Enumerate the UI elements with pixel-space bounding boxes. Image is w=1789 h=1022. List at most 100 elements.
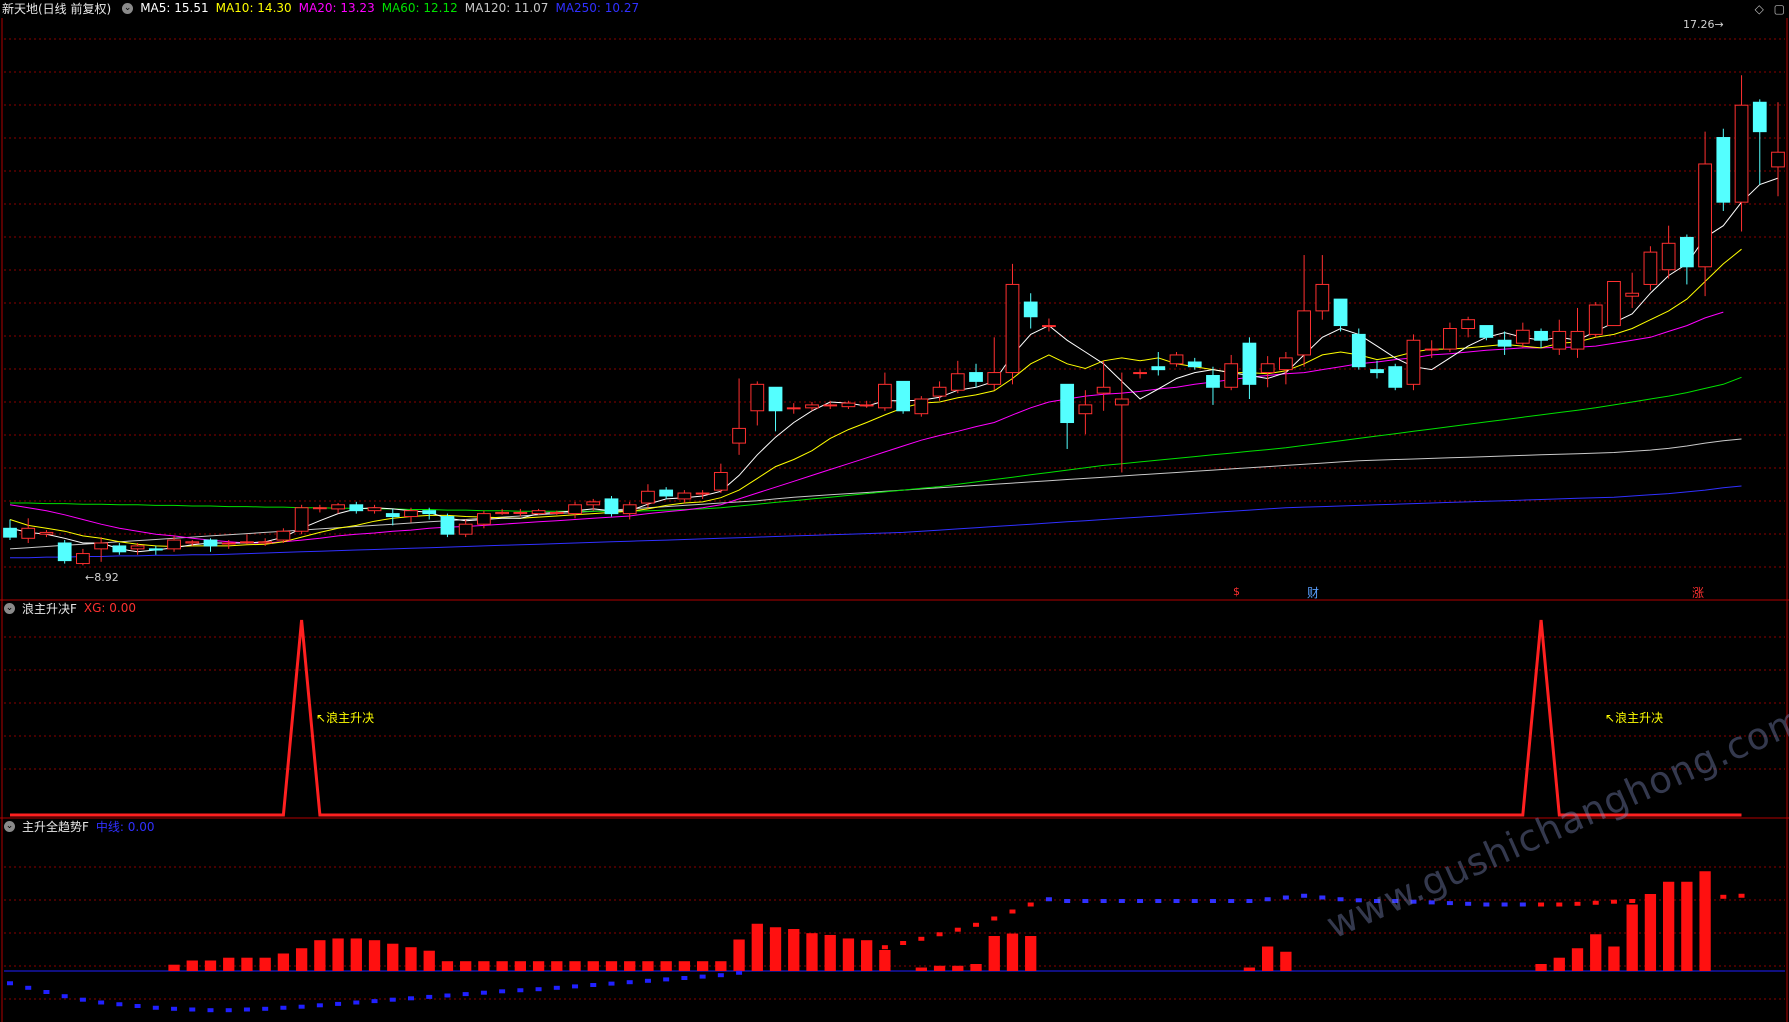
trend-dot — [1702, 895, 1709, 900]
ma120-line — [9, 438, 1742, 550]
trend-dot — [1501, 902, 1508, 907]
trend-bar — [496, 961, 508, 971]
trend-bar — [1006, 933, 1019, 971]
candle-up — [1661, 242, 1676, 271]
trend-dot — [663, 977, 670, 982]
trend-bar — [332, 938, 344, 971]
candle-up — [1278, 357, 1293, 371]
xg-signal-line — [10, 619, 1742, 817]
candle-up — [167, 539, 181, 550]
candle-up — [367, 507, 382, 512]
finance-marker[interactable]: 财 — [1307, 584, 1319, 601]
candle-up — [859, 404, 874, 407]
trend-dot — [863, 949, 870, 954]
ma250-line — [10, 485, 1742, 559]
trend-bar — [368, 940, 381, 971]
candle-down — [3, 527, 17, 538]
trend-bar — [259, 957, 271, 971]
candle-up — [1224, 363, 1239, 388]
main-chart-legend: 新天地(日线 前复权) ⌄ MA5: 15.51 MA10: 14.30 MA2… — [2, 0, 646, 16]
settings-dropdown-icon[interactable]: ⌄ — [122, 2, 134, 14]
candle-down — [440, 516, 455, 535]
arrow-right-icon: → — [1714, 18, 1724, 31]
candle-up — [732, 427, 746, 444]
trend-bar — [569, 961, 581, 971]
trend-dot — [1137, 899, 1144, 903]
trend-bar — [223, 957, 235, 971]
diamond-icon[interactable]: ◇ — [1755, 2, 1764, 16]
trend-bar — [460, 961, 472, 971]
candle-up — [221, 542, 236, 545]
candle-down — [1388, 366, 1403, 388]
candle-up — [1133, 372, 1147, 375]
candle-up — [94, 542, 109, 550]
trend-dot — [808, 959, 815, 964]
trend-bar — [1243, 967, 1256, 971]
dollar-marker[interactable]: $ — [1233, 585, 1240, 598]
trend-bar — [1608, 946, 1620, 971]
candle-up — [39, 531, 54, 535]
trend-dot — [1738, 893, 1745, 898]
trend-dot — [535, 987, 542, 992]
trend-dot — [1574, 901, 1581, 906]
trend-bar — [423, 950, 435, 971]
candle-up — [531, 510, 546, 515]
chart-canvas[interactable] — [0, 0, 1789, 1022]
candle-up — [1315, 283, 1330, 312]
ma120-label: MA120: 11.07 — [464, 1, 549, 15]
candle-down — [148, 548, 163, 551]
candle-up — [1607, 280, 1621, 327]
candle-up — [1260, 363, 1275, 374]
trend-dot — [699, 974, 706, 979]
candle-down — [1206, 375, 1220, 388]
candle-up — [1625, 292, 1640, 297]
trend-dot — [371, 999, 378, 1004]
candle-up — [1114, 398, 1129, 406]
trend-dot — [207, 1008, 214, 1013]
trend-bar — [988, 936, 1000, 971]
trend-dot — [1282, 895, 1289, 900]
trend-bar — [660, 961, 672, 971]
candle-down — [203, 539, 218, 547]
signal-arrow-icon: ↖ — [316, 711, 327, 725]
rise-marker[interactable]: 涨 — [1692, 584, 1704, 601]
panel3-settings-icon[interactable]: ⌄ — [4, 820, 15, 832]
candle-up — [21, 527, 36, 539]
candle-up — [495, 511, 510, 515]
trend-dot — [717, 973, 724, 978]
trend-bar — [733, 939, 745, 971]
trend-dot — [1045, 897, 1052, 902]
trend-dot — [736, 970, 743, 975]
panel2-settings-icon[interactable]: ⌄ — [4, 602, 15, 614]
trend-dot — [1264, 897, 1271, 902]
panel3-legend: ⌄ 主升全趋势F 中线: 0.00 — [2, 818, 161, 834]
candle-up — [513, 511, 528, 514]
candle-up — [1570, 330, 1585, 350]
candle-up — [1771, 151, 1785, 168]
trend-dot — [353, 1000, 360, 1005]
stock-title: 新天地(日线 前复权) — [2, 1, 112, 16]
candle-down — [604, 498, 619, 515]
candle-up — [622, 504, 637, 515]
trend-bar — [1662, 881, 1675, 971]
trend-dot — [407, 996, 414, 1001]
arrow-left-icon: ← — [85, 571, 95, 584]
trend-bar — [1280, 951, 1292, 971]
trend-dot — [553, 985, 560, 990]
trend-dot — [1683, 896, 1690, 901]
trend-bar — [168, 964, 180, 971]
trend-dot — [1246, 899, 1253, 903]
trend-bar — [915, 967, 927, 971]
trend-bar — [314, 940, 326, 971]
candle-up — [76, 553, 90, 565]
trend-bar — [551, 961, 563, 971]
trend-dot — [499, 989, 506, 994]
candle-up — [404, 510, 418, 518]
trend-bar — [970, 964, 982, 971]
trend-dot — [954, 927, 961, 932]
trend-dot — [1465, 901, 1472, 906]
candle-down — [768, 386, 783, 412]
restore-icon[interactable]: ▢ — [1774, 2, 1785, 16]
candle-up — [1169, 354, 1184, 365]
window-corner-controls: ◇ ▢ — [1749, 2, 1785, 16]
